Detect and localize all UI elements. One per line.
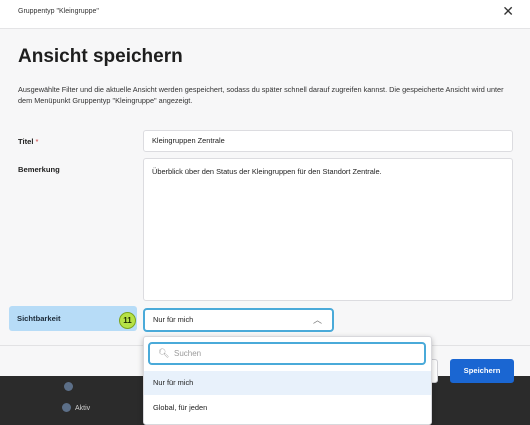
chevron-up-icon: ︿ <box>312 315 322 325</box>
title-label-text: Titel <box>18 137 34 146</box>
close-icon[interactable]: ✕ <box>502 3 514 20</box>
visibility-label: Sichtbarkeit <box>17 314 61 323</box>
title-input[interactable]: Kleingruppen Zentrale <box>143 130 513 152</box>
background-status-icon <box>64 382 73 391</box>
visibility-label-row: Sichtbarkeit <box>9 306 137 331</box>
dropdown-option-only-me[interactable]: Nur für mich <box>144 371 431 395</box>
page-title: Ansicht speichern <box>18 46 183 67</box>
required-marker: * <box>35 137 39 146</box>
visibility-dropdown: 🔍︎ Suchen Nur für mich Global, für jeden <box>143 336 432 425</box>
title-label: Titel * <box>18 137 38 146</box>
background-status-label: Aktiv <box>75 405 91 412</box>
remark-label: Bemerkung <box>18 165 60 174</box>
visibility-select-value: Nur für mich <box>153 315 194 324</box>
background-status: Aktiv <box>62 403 90 412</box>
remark-textarea[interactable]: Überblick über den Status der Kleingrupp… <box>143 158 513 301</box>
dropdown-search-input[interactable]: 🔍︎ Suchen <box>148 342 426 365</box>
dropdown-option-global[interactable]: Global, für jeden <box>144 396 431 420</box>
save-button[interactable]: Speichern <box>450 359 514 383</box>
breadcrumb: Gruppentyp "Kleingruppe" <box>18 8 99 15</box>
visibility-select[interactable]: Nur für mich ︿ <box>143 308 334 332</box>
status-dot-icon <box>62 403 71 412</box>
search-placeholder: Suchen <box>174 349 202 358</box>
step-badge: 11 <box>119 312 136 329</box>
search-icon: 🔍︎ <box>158 348 170 358</box>
page-description: Ausgewählte Filter und die aktuelle Ansi… <box>18 85 504 105</box>
save-view-modal: Gruppentyp "Kleingruppe" ✕ Ansicht speic… <box>0 0 530 376</box>
modal-header: Gruppentyp "Kleingruppe" ✕ <box>0 0 530 29</box>
